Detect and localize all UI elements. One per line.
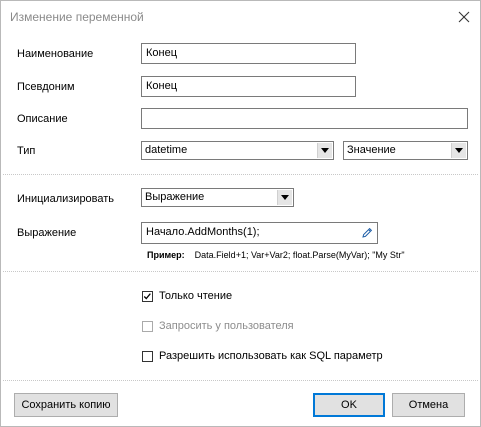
alias-input[interactable]: Конец [141, 76, 356, 97]
type-label: Тип [17, 145, 36, 157]
type-mode-select[interactable]: Значение [343, 141, 468, 160]
dialog-title: Изменение переменной [10, 10, 144, 24]
init-select[interactable]: Выражение [141, 188, 294, 207]
sql-param-label: Разрешить использовать как SQL параметр [159, 350, 383, 362]
type-mode-dropdown-arrow[interactable] [451, 143, 466, 158]
chevron-down-icon [321, 148, 329, 153]
init-label: Инициализировать [17, 193, 115, 205]
name-label: Наименование [17, 48, 94, 60]
ask-user-label: Запросить у пользователя [159, 320, 294, 332]
separator [3, 271, 478, 272]
type-select[interactable]: datetime [141, 141, 334, 160]
title-bar: Изменение переменной [1, 1, 480, 32]
expression-value: Начало.AddMonths(1); [146, 226, 260, 238]
readonly-label: Только чтение [159, 290, 233, 302]
checkmark-icon [143, 292, 151, 300]
save-copy-button[interactable]: Сохранить копию [14, 393, 118, 417]
type-dropdown-arrow[interactable] [317, 143, 332, 158]
example-label: Пример: [147, 250, 185, 260]
chevron-down-icon [281, 195, 289, 200]
example-text: Data.Field+1; Var+Var2; float.Parse(MyVa… [194, 250, 405, 260]
init-dropdown-arrow[interactable] [277, 190, 292, 205]
readonly-checkbox[interactable] [142, 290, 153, 302]
separator [3, 380, 478, 381]
description-input[interactable] [141, 108, 468, 129]
sql-param-checkbox[interactable] [142, 350, 153, 362]
name-input[interactable]: Конец [141, 43, 356, 64]
ask-user-option: Запросить у пользователя [142, 320, 294, 332]
edit-variable-dialog: Изменение переменной Наименование Конец … [0, 0, 481, 427]
alias-label: Псевдоним [17, 81, 75, 93]
pencil-icon[interactable] [361, 227, 373, 239]
separator [3, 174, 478, 175]
close-icon [458, 11, 470, 23]
chevron-down-icon [455, 148, 463, 153]
type-select-value: datetime [145, 144, 188, 156]
init-select-value: Выражение [145, 191, 205, 203]
expression-label: Выражение [17, 227, 77, 239]
type-mode-select-value: Значение [347, 144, 396, 156]
description-label: Описание [17, 113, 68, 125]
readonly-option[interactable]: Только чтение [142, 290, 232, 302]
close-button[interactable] [453, 6, 475, 28]
ask-user-checkbox [142, 320, 153, 332]
cancel-button[interactable]: Отмена [392, 393, 465, 417]
expression-input[interactable]: Начало.AddMonths(1); [141, 222, 378, 244]
expression-example: Пример: Data.Field+1; Var+Var2; float.Par… [147, 250, 405, 260]
ok-button[interactable]: OK [313, 393, 385, 417]
sql-param-option[interactable]: Разрешить использовать как SQL параметр [142, 350, 383, 362]
